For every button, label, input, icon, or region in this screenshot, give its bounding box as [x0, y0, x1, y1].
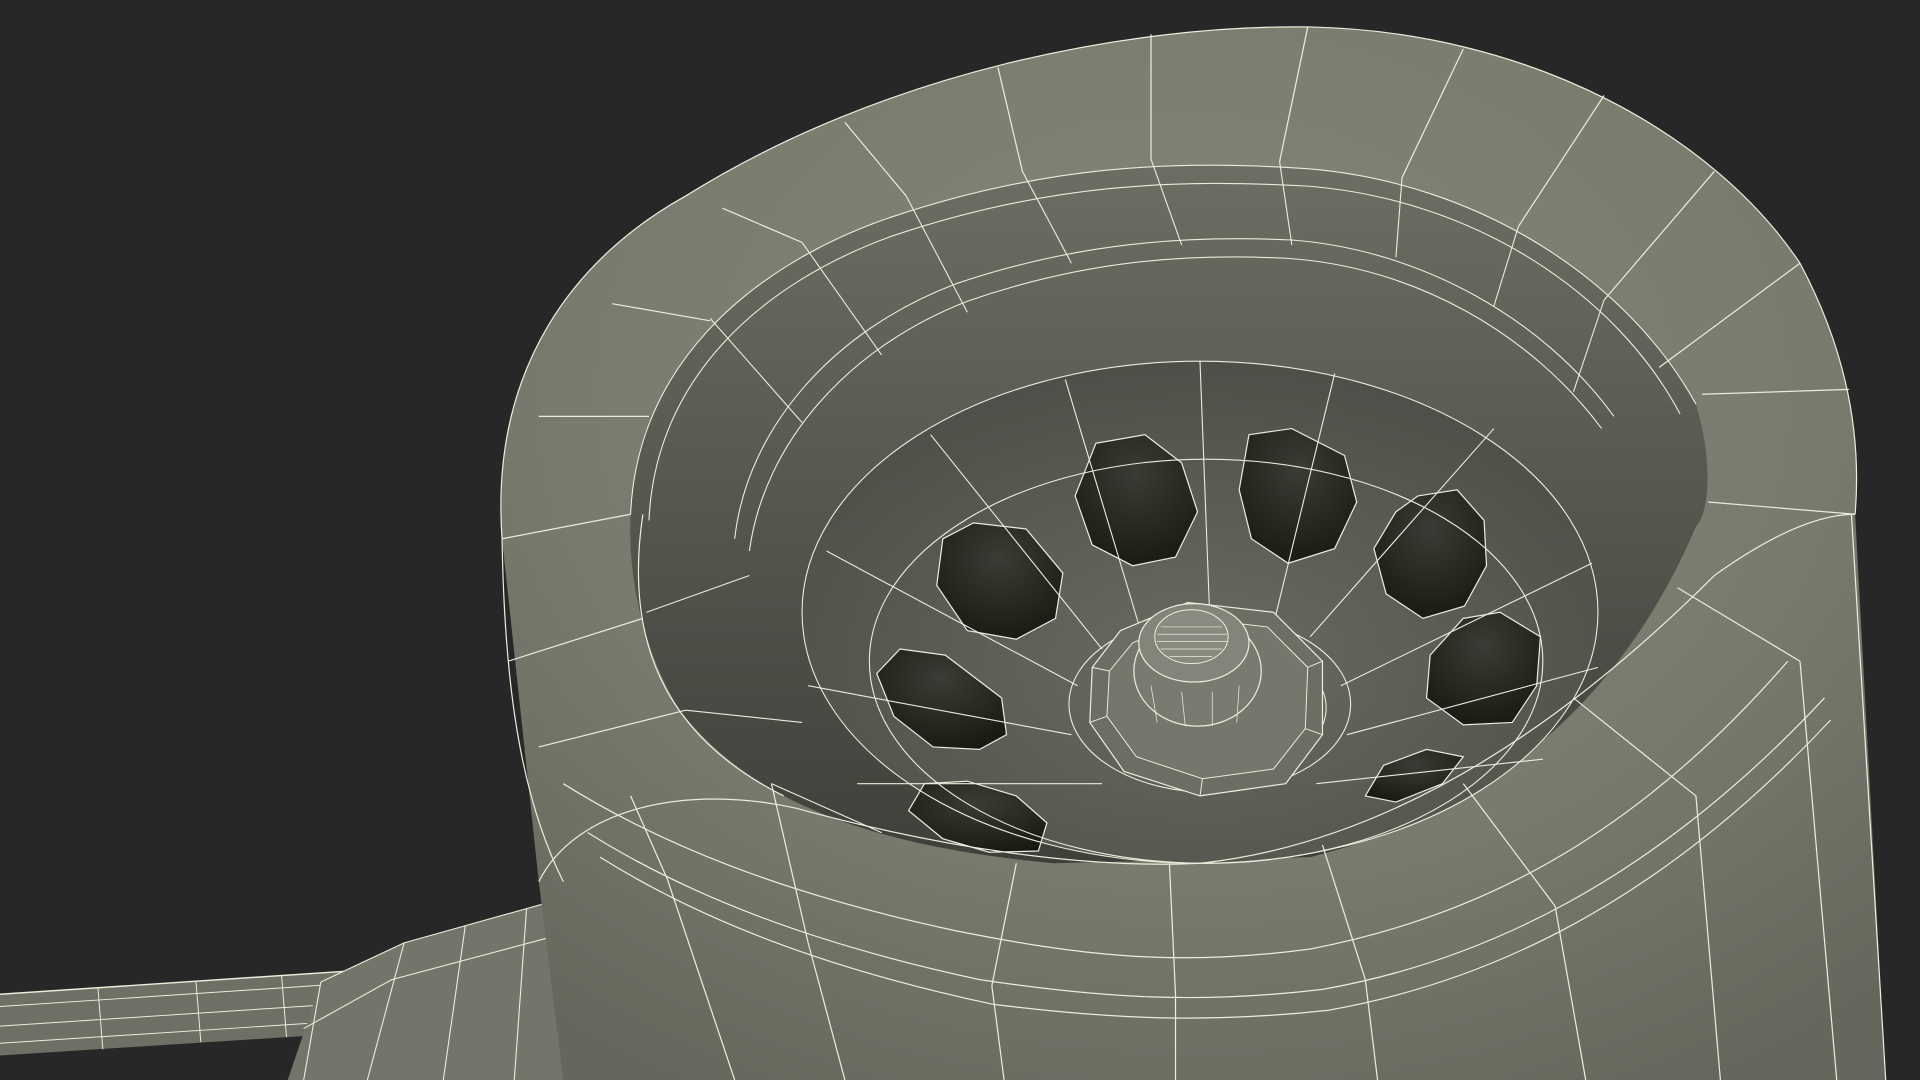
wireframe-render-viewport — [0, 26, 1887, 1080]
